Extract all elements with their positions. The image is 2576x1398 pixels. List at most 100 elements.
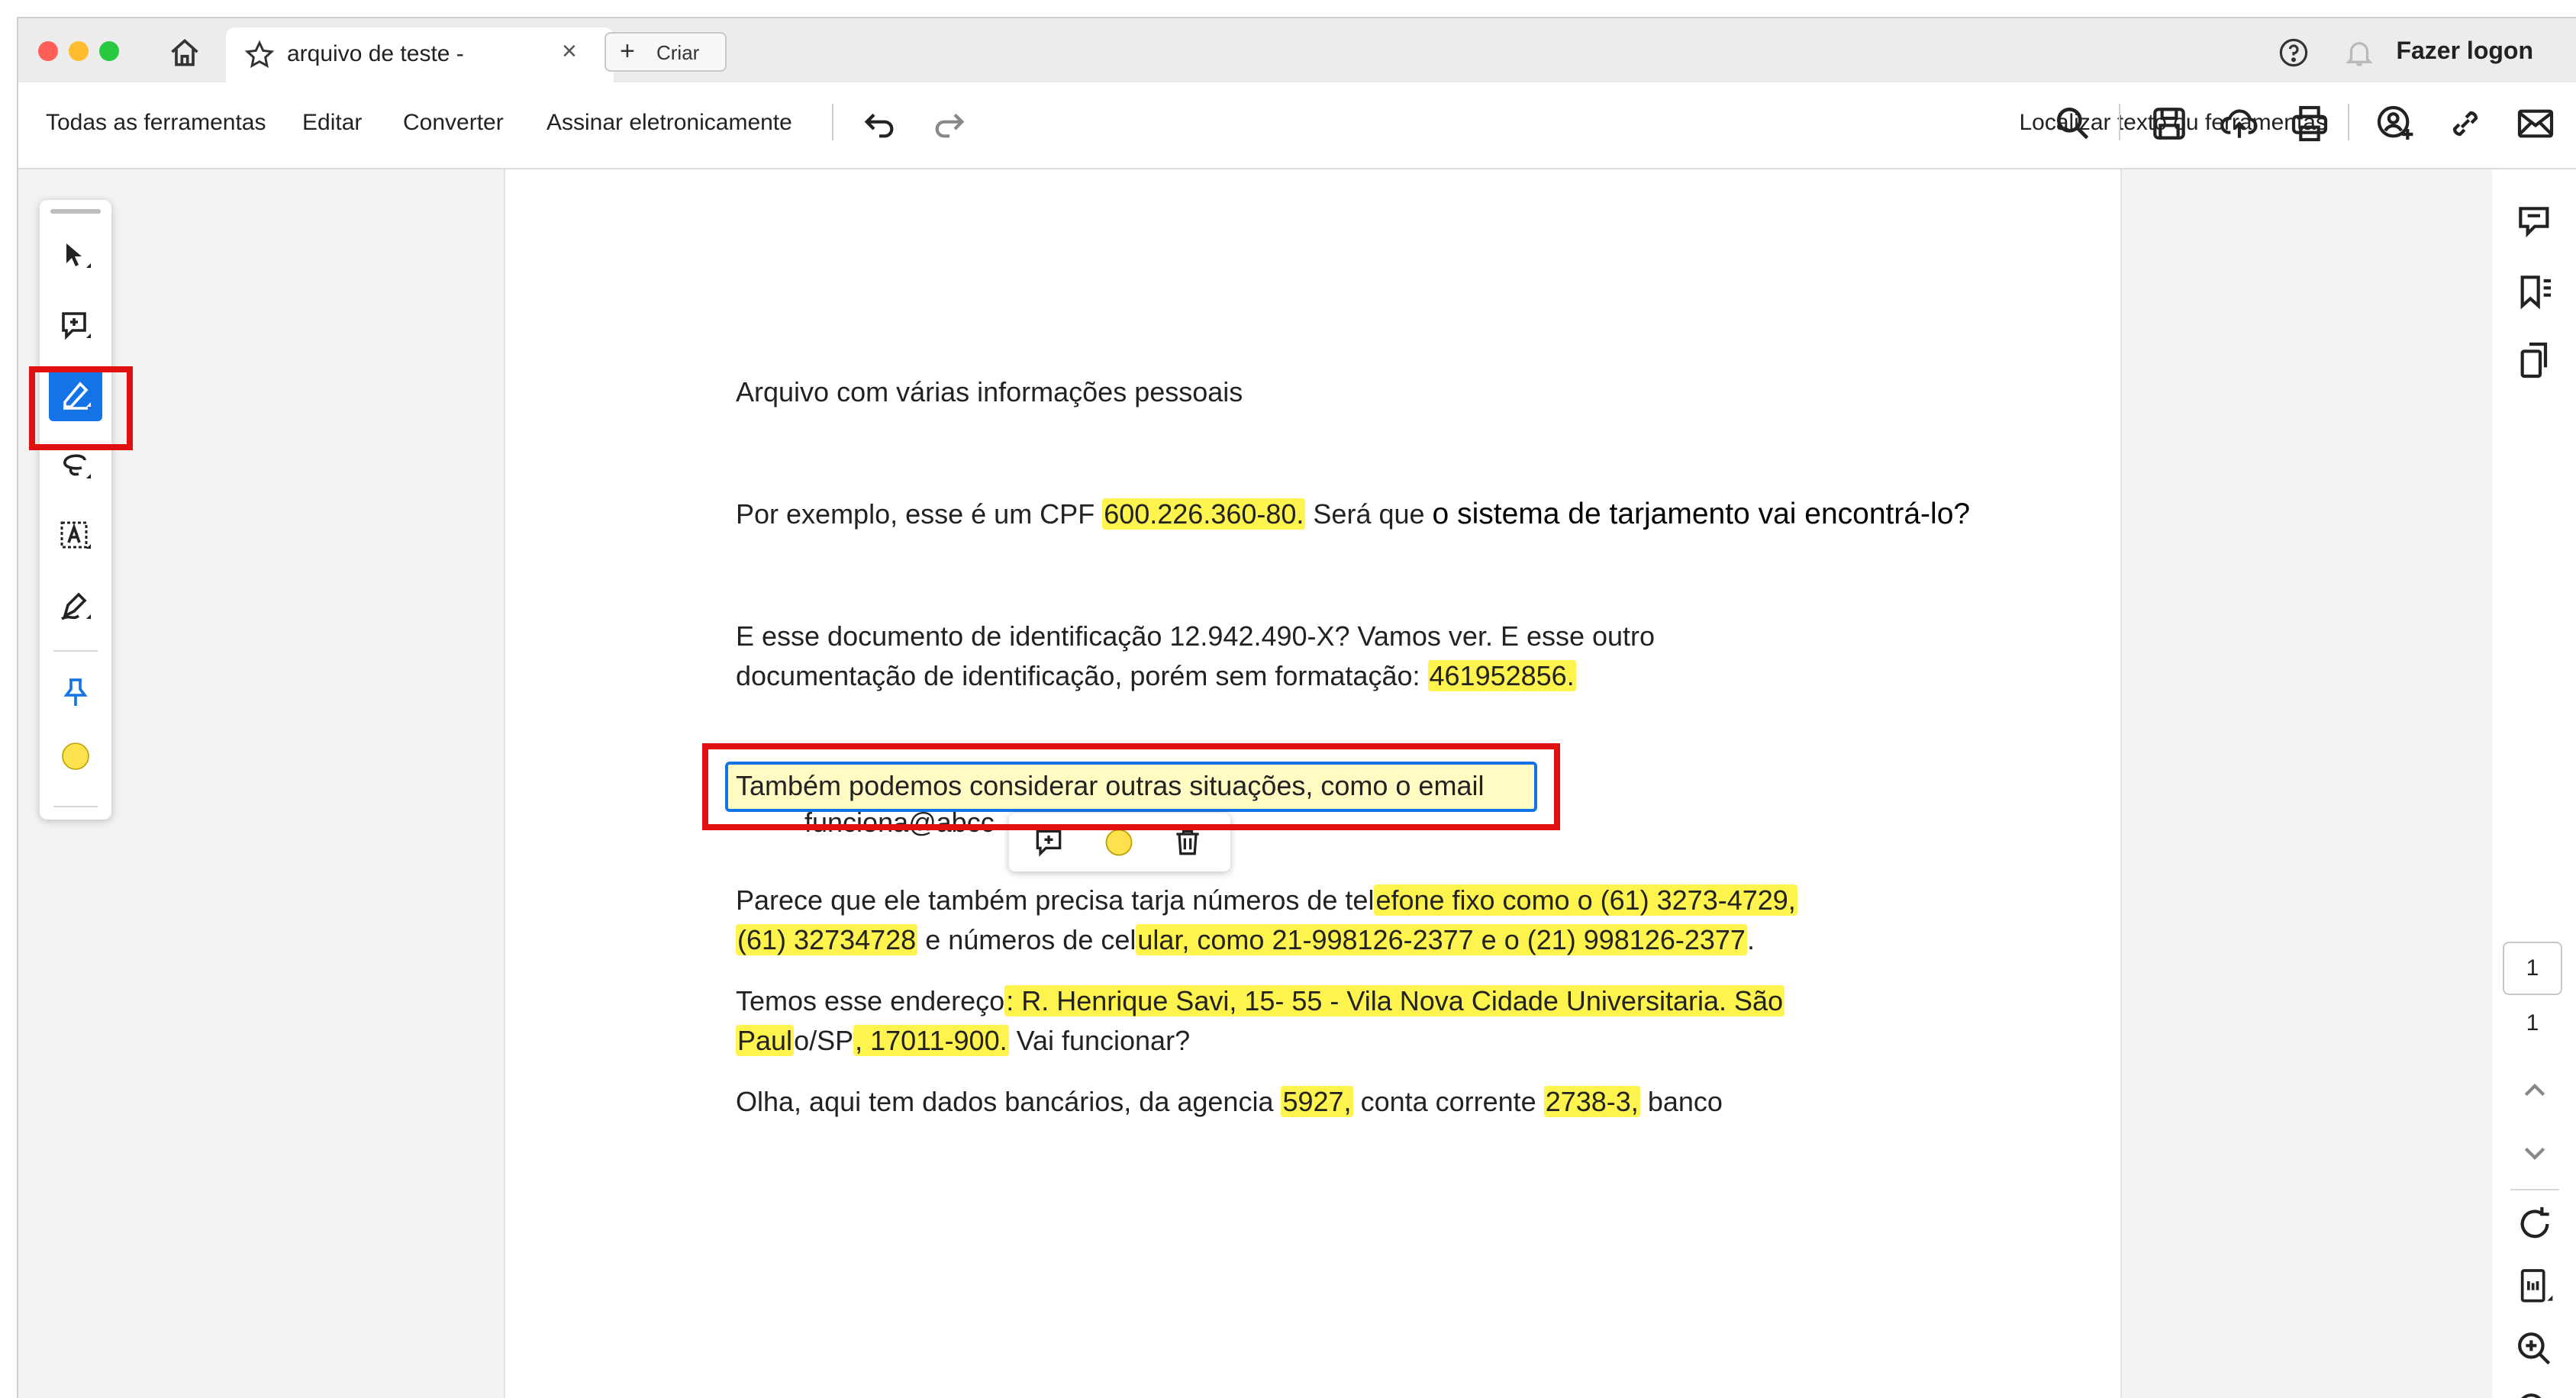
doc-id-line-1: E esse documento de identificação 12.942… xyxy=(736,620,1656,652)
highlight-address[interactable]: Paul xyxy=(736,1025,795,1056)
highlight-id[interactable]: 461952856. xyxy=(1427,660,1576,691)
highlight-agency[interactable]: 5927, xyxy=(1281,1086,1353,1117)
doc-text: Temos esse endereço xyxy=(736,985,1005,1016)
doc-title-line: Arquivo com várias informações pessoais xyxy=(736,376,1243,407)
red-callout-box xyxy=(29,366,133,450)
share-user-icon[interactable] xyxy=(2374,102,2416,145)
doc-phone-line-2: (61) 32734728 e números de celular, como… xyxy=(736,923,1755,957)
tab-title: arquivo de teste - xyxy=(287,41,464,66)
comments-panel-icon[interactable] xyxy=(2513,201,2556,244)
comment-tool[interactable] xyxy=(49,299,102,353)
menu-convert[interactable]: Converter xyxy=(403,110,504,136)
doc-text: documentação de identificação, porém sem… xyxy=(736,660,1428,691)
menu-all-tools[interactable]: Todas as ferramentas xyxy=(46,110,266,136)
select-tool[interactable] xyxy=(49,229,102,282)
doc-text: Olha, aqui tem dados bancários, da agenc… xyxy=(736,1086,1282,1117)
highlight-address[interactable]: : R. Henrique Savi, 15- 55 - Vila Nova C… xyxy=(1004,985,1785,1016)
close-tab-button[interactable]: × xyxy=(562,37,577,66)
highlight-zip[interactable]: , 17011-900. xyxy=(853,1025,1009,1056)
home-icon[interactable] xyxy=(168,37,202,70)
color-circle-icon xyxy=(62,742,89,770)
doc-id-line-2: documentação de identificação, porém sem… xyxy=(736,659,1576,693)
delete-icon[interactable] xyxy=(1171,826,1204,859)
chevron-up-icon[interactable] xyxy=(2513,1070,2556,1113)
pin-icon xyxy=(63,678,88,706)
total-pages: 1 xyxy=(2526,1010,2539,1036)
maximize-window-button[interactable] xyxy=(99,41,119,61)
color-circle-icon[interactable] xyxy=(1102,826,1136,859)
minimize-window-button[interactable] xyxy=(69,41,89,61)
text-box-tool[interactable] xyxy=(49,510,102,563)
document-tab[interactable]: arquivo de teste - × xyxy=(226,27,614,82)
undo-icon[interactable] xyxy=(858,102,901,145)
doc-address-line-2: Paulo/SP, 17011-900. Vai funcionar? xyxy=(736,1024,1190,1058)
color-picker[interactable] xyxy=(49,730,102,783)
bell-icon[interactable] xyxy=(2343,37,2375,69)
pages-icon[interactable] xyxy=(2513,339,2556,382)
doc-text: Parece que ele também precisa tarja núme… xyxy=(736,884,1375,916)
lasso-draw-icon xyxy=(63,454,91,478)
highlight-phone[interactable]: efone fixo como o (61) 3273-4729, xyxy=(1374,884,1797,916)
app-window: arquivo de teste - × + Criar Fazer logon… xyxy=(17,17,2576,1398)
highlight-phone[interactable]: (61) 32734728 xyxy=(736,924,918,955)
pdf-page: Arquivo com várias informações pessoais … xyxy=(504,169,2122,1398)
toolbar-divider xyxy=(2119,104,2120,140)
zoom-out-icon[interactable] xyxy=(2513,1389,2556,1398)
sign-tool[interactable] xyxy=(49,580,102,633)
tools-divider xyxy=(53,806,98,807)
doc-text: conta corrente xyxy=(1352,1086,1544,1117)
toolbar-grip[interactable] xyxy=(50,209,101,214)
doc-text: . xyxy=(1746,924,1755,955)
help-icon[interactable] xyxy=(2278,37,2310,69)
create-button[interactable]: + Criar xyxy=(605,32,727,72)
highlight-cpf[interactable]: 600.226.360-80. xyxy=(1102,498,1306,530)
rail-divider xyxy=(2510,1189,2559,1190)
save-icon[interactable] xyxy=(2148,102,2191,145)
star-icon[interactable] xyxy=(244,40,275,70)
doc-text: Será que xyxy=(1305,498,1433,530)
signature-icon xyxy=(61,592,91,620)
mail-icon[interactable] xyxy=(2514,102,2557,145)
add-comment-icon[interactable] xyxy=(1032,826,1066,859)
fit-page-icon[interactable] xyxy=(2513,1265,2556,1308)
title-bar: arquivo de teste - × + Criar Fazer logon xyxy=(18,18,2576,82)
link-icon[interactable] xyxy=(2444,102,2487,145)
search-icon[interactable] xyxy=(2052,102,2094,145)
toolbar-divider xyxy=(832,104,833,140)
doc-phone-line-1: Parece que ele também precisa tarja núme… xyxy=(736,884,1797,917)
red-callout-box xyxy=(702,743,1560,830)
toolbar-divider xyxy=(2348,104,2349,140)
close-window-button[interactable] xyxy=(38,41,58,61)
text-box-icon xyxy=(60,521,91,549)
highlight-account[interactable]: 2738-3, xyxy=(1543,1086,1640,1117)
document-canvas: Arquivo com várias informações pessoais … xyxy=(18,169,2576,1398)
pin-tool[interactable] xyxy=(49,665,102,719)
doc-bank-line: Olha, aqui tem dados bancários, da agenc… xyxy=(736,1085,1723,1119)
main-toolbar: Todas as ferramentas Editar Converter As… xyxy=(18,82,2576,169)
plus-icon: + xyxy=(620,37,635,66)
chevron-down-icon[interactable] xyxy=(2513,1131,2556,1174)
tools-divider xyxy=(53,650,98,652)
zoom-in-icon[interactable] xyxy=(2513,1328,2556,1371)
doc-text: Por exemplo, esse é um CPF xyxy=(736,498,1103,530)
right-rail: 1 1 xyxy=(2492,169,2576,1398)
menu-sign[interactable]: Assinar eletronicamente xyxy=(546,110,792,136)
doc-text: o/SP xyxy=(794,1025,854,1056)
rotate-icon[interactable] xyxy=(2513,1203,2556,1245)
doc-text: o sistema de tarjamento vai encontrá-lo? xyxy=(1432,498,1971,530)
select-arrow-icon xyxy=(66,243,91,268)
doc-address-line-1: Temos esse endereço: R. Henrique Savi, 1… xyxy=(736,984,1785,1018)
annotation-toolbar xyxy=(40,200,111,820)
redo-icon[interactable] xyxy=(928,102,971,145)
sign-in-button[interactable]: Fazer logon xyxy=(2396,37,2533,65)
doc-text: e números de cel xyxy=(917,924,1136,955)
highlight-mobile[interactable]: ular, como 21-998126-2377 e o (21) 99812… xyxy=(1136,924,1747,955)
doc-cpf-line: Por exemplo, esse é um CPF 600.226.360-8… xyxy=(736,498,1970,531)
doc-text: banco xyxy=(1639,1086,1723,1117)
bookmarks-icon[interactable] xyxy=(2513,270,2556,313)
current-page-input[interactable]: 1 xyxy=(2503,942,2562,995)
print-icon[interactable] xyxy=(2288,102,2331,145)
create-label: Criar xyxy=(656,41,700,64)
menu-edit[interactable]: Editar xyxy=(302,110,362,136)
cloud-upload-icon[interactable] xyxy=(2218,102,2261,145)
